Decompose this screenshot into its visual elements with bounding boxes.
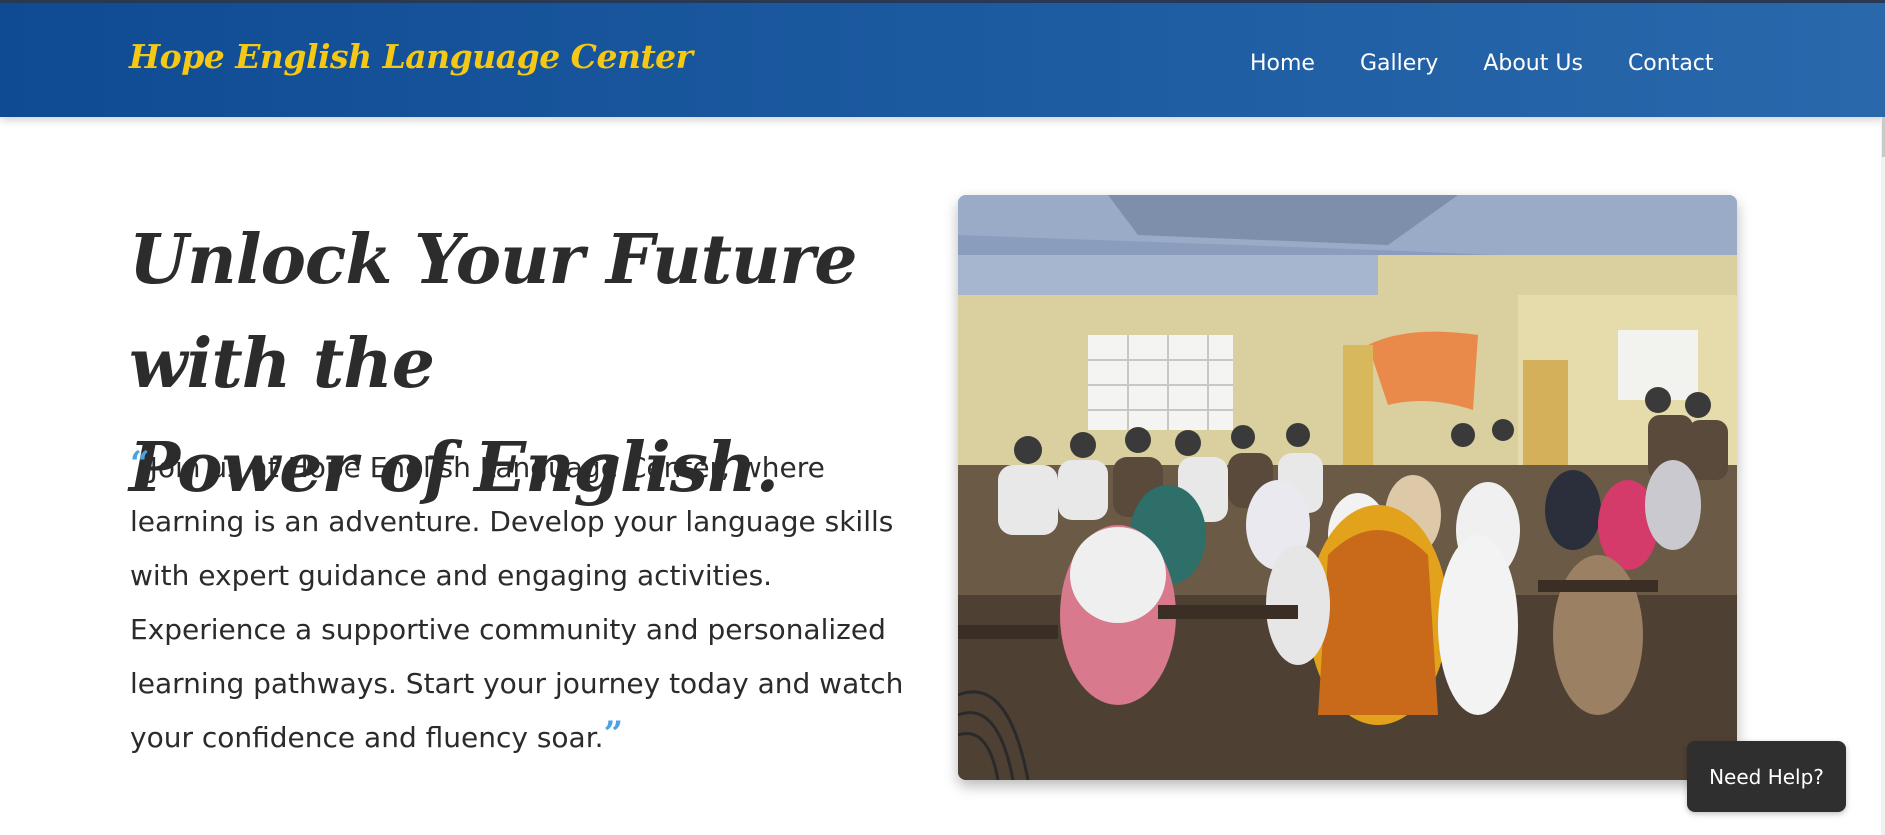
scrollbar-track[interactable] (1881, 117, 1885, 835)
main-nav: Home Gallery About Us Contact (1250, 51, 1714, 76)
hero-intro: “Join us at Hope English Language Center… (130, 441, 910, 765)
nav-contact[interactable]: Contact (1628, 51, 1714, 76)
open-quote-icon: “ (130, 444, 150, 484)
site-header: Hope English Language Center Home Galler… (0, 3, 1885, 117)
nav-home[interactable]: Home (1250, 51, 1315, 76)
nav-about-us[interactable]: About Us (1483, 51, 1583, 76)
classroom-photo (958, 195, 1737, 780)
classroom-photo-illustration (958, 195, 1737, 780)
close-quote-icon: ” (603, 714, 624, 754)
headline-line-1: Unlock Your Future with the (129, 220, 858, 404)
brand-logo[interactable]: Hope English Language Center (129, 37, 693, 76)
nav-gallery[interactable]: Gallery (1360, 51, 1438, 76)
intro-text: Join us at Hope English Language Center,… (130, 451, 904, 754)
need-help-button[interactable]: Need Help? (1687, 741, 1846, 812)
